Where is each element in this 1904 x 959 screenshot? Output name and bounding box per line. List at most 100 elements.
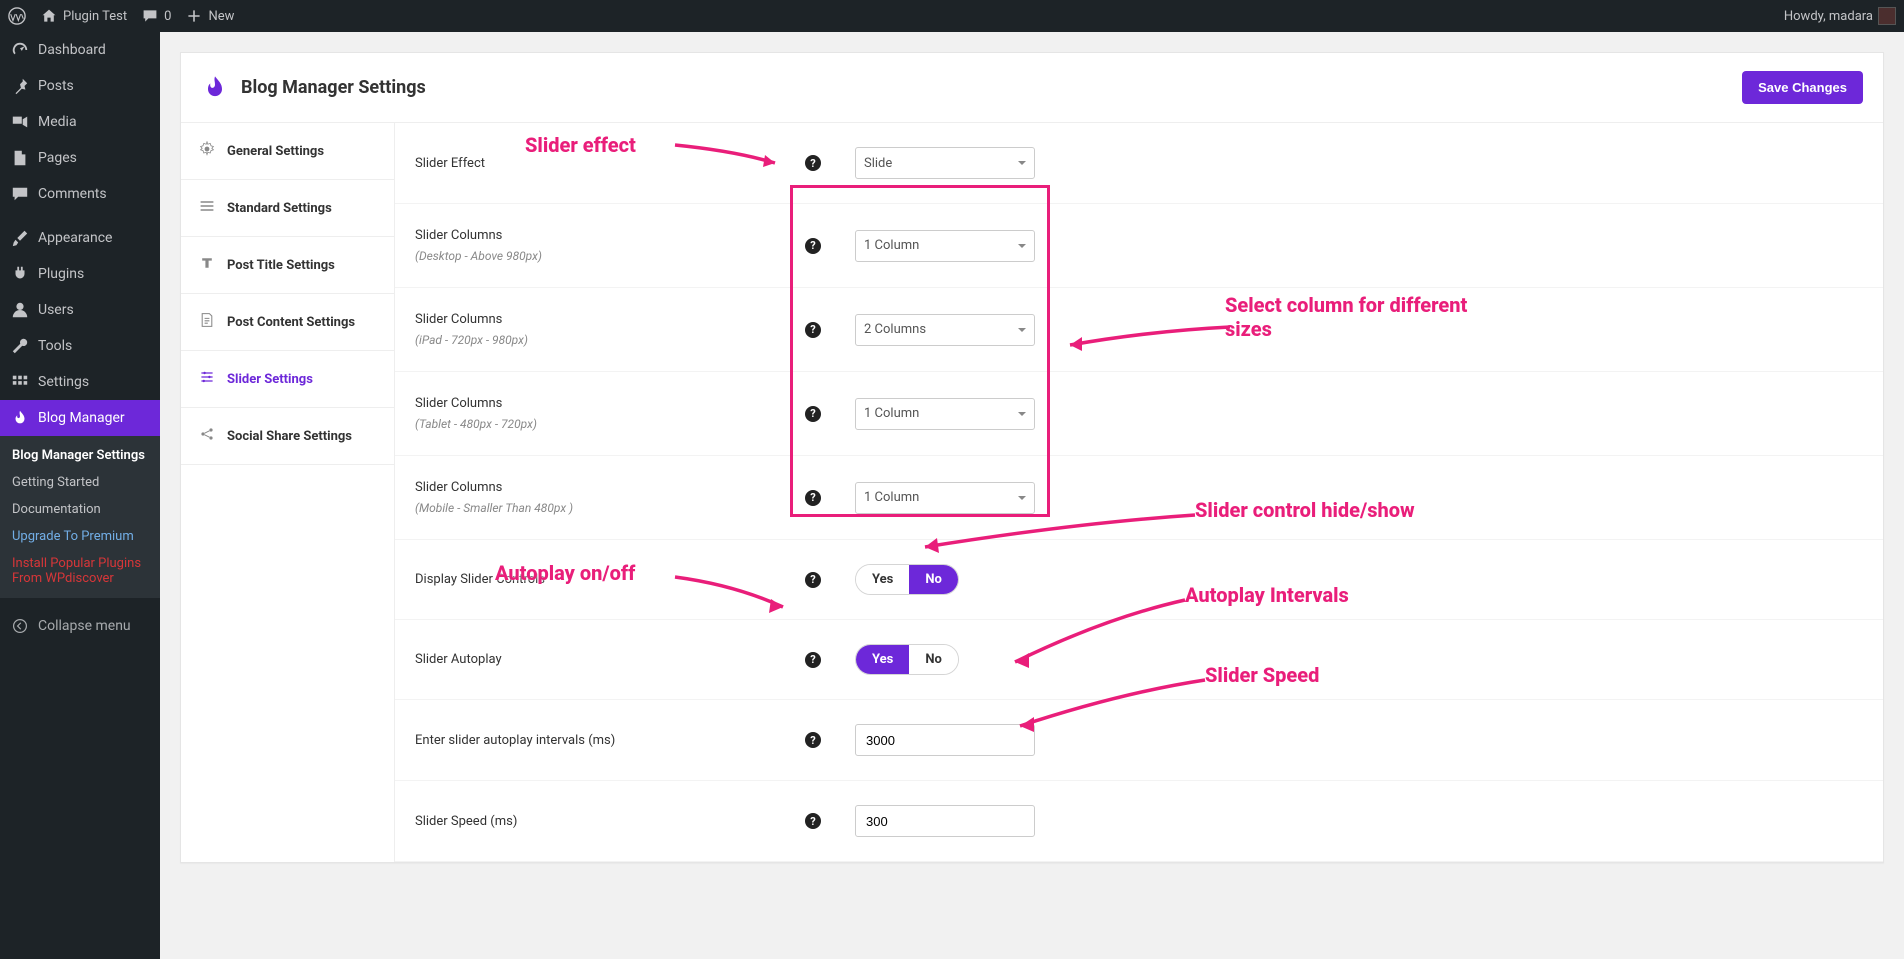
collapse-label: Collapse menu	[38, 618, 131, 634]
collapse-menu-button[interactable]: Collapse menu	[0, 606, 160, 646]
sidebar-item-posts[interactable]: Posts	[0, 68, 160, 104]
settings-tabs: General Settings Standard Settings Post …	[181, 123, 395, 862]
chevron-down-icon	[1018, 496, 1026, 500]
submenu-install-plugins[interactable]: Install Popular Plugins From WPdiscover	[0, 550, 160, 592]
collapse-icon	[10, 616, 30, 636]
sidebar-item-label: Media	[38, 114, 77, 130]
sublabel-cols-ipad: (iPad - 720px - 980px)	[415, 333, 785, 347]
submenu-getting-started[interactable]: Getting Started	[0, 469, 160, 496]
sidebar-item-label: Users	[38, 302, 74, 318]
toggle-autoplay[interactable]: YesNo	[855, 644, 959, 675]
user-icon	[10, 300, 30, 320]
tab-standard[interactable]: Standard Settings	[181, 180, 394, 237]
sliders-icon	[199, 369, 215, 389]
submenu-upgrade[interactable]: Upgrade To Premium	[0, 523, 160, 550]
home-icon	[40, 7, 58, 25]
sidebar-item-label: Blog Manager	[38, 410, 125, 426]
sidebar-item-settings[interactable]: Settings	[0, 364, 160, 400]
sublabel-cols-tablet: (Tablet - 480px - 720px)	[415, 417, 785, 431]
sidebar-item-label: Appearance	[38, 230, 112, 246]
toggle-yes[interactable]: Yes	[856, 645, 909, 674]
submenu-documentation[interactable]: Documentation	[0, 496, 160, 523]
input-speed[interactable]	[855, 805, 1035, 837]
sidebar-item-users[interactable]: Users	[0, 292, 160, 328]
sidebar-item-dashboard[interactable]: Dashboard	[0, 32, 160, 68]
user-greeting[interactable]: Howdy, madara	[1784, 7, 1896, 25]
select-value: 1 Column	[864, 238, 919, 253]
label-cols-desktop: Slider Columns	[415, 228, 502, 243]
select-cols-tablet[interactable]: 1 Column	[855, 398, 1035, 430]
label-cols-tablet: Slider Columns	[415, 396, 502, 411]
sidebar-item-appearance[interactable]: Appearance	[0, 220, 160, 256]
plus-icon	[185, 7, 203, 25]
sublabel-cols-desktop: (Desktop - Above 980px)	[415, 249, 785, 263]
help-icon[interactable]: ?	[805, 406, 821, 422]
logo-flame-icon	[201, 74, 229, 102]
save-changes-button[interactable]: Save Changes	[1742, 71, 1863, 104]
avatar	[1878, 7, 1896, 25]
site-name-link[interactable]: Plugin Test	[40, 7, 127, 25]
greeting-text: Howdy, madara	[1784, 9, 1873, 24]
comments-indicator[interactable]: 0	[141, 7, 171, 25]
toggle-no[interactable]: No	[909, 645, 958, 674]
tab-label: Standard Settings	[227, 201, 332, 216]
tab-social[interactable]: Social Share Settings	[181, 408, 394, 465]
submenu-blog-manager-settings[interactable]: Blog Manager Settings	[0, 442, 160, 469]
help-icon[interactable]: ?	[805, 322, 821, 338]
settings-content: Slider Effect ? Slide Slider Columns(Des…	[395, 123, 1883, 862]
select-slider-effect[interactable]: Slide	[855, 147, 1035, 179]
help-icon[interactable]: ?	[805, 572, 821, 588]
site-name: Plugin Test	[63, 9, 127, 24]
stack-icon	[199, 198, 215, 218]
chevron-down-icon	[1018, 161, 1026, 165]
new-label: New	[208, 9, 234, 24]
select-cols-ipad[interactable]: 2 Columns	[855, 314, 1035, 346]
chevron-down-icon	[1018, 244, 1026, 248]
sidebar-item-label: Tools	[38, 338, 72, 354]
toggle-controls[interactable]: YesNo	[855, 564, 959, 595]
toggle-yes[interactable]: Yes	[856, 565, 909, 594]
toggle-no[interactable]: No	[909, 565, 958, 594]
tab-slider[interactable]: Slider Settings	[181, 351, 394, 408]
sidebar-item-media[interactable]: Media	[0, 104, 160, 140]
sidebar-item-comments[interactable]: Comments	[0, 176, 160, 212]
sidebar-item-tools[interactable]: Tools	[0, 328, 160, 364]
sidebar-item-plugins[interactable]: Plugins	[0, 256, 160, 292]
help-icon[interactable]: ?	[805, 155, 821, 171]
help-icon[interactable]: ?	[805, 490, 821, 506]
main-content: Blog Manager Settings Save Changes Gener…	[160, 32, 1904, 959]
label-cols-mobile: Slider Columns	[415, 480, 502, 495]
label-autoplay: Slider Autoplay	[415, 652, 785, 667]
media-icon	[10, 112, 30, 132]
tab-title[interactable]: Post Title Settings	[181, 237, 394, 294]
help-icon[interactable]: ?	[805, 652, 821, 668]
sidebar-item-label: Dashboard	[38, 42, 106, 58]
gauge-icon	[10, 40, 30, 60]
tab-label: Post Title Settings	[227, 258, 335, 273]
tab-general[interactable]: General Settings	[181, 123, 394, 180]
flame-icon	[10, 408, 30, 428]
plug-icon	[10, 264, 30, 284]
label-speed: Slider Speed (ms)	[415, 814, 785, 829]
tab-label: Post Content Settings	[227, 315, 355, 330]
settings-panel: Blog Manager Settings Save Changes Gener…	[180, 52, 1884, 863]
select-cols-desktop[interactable]: 1 Column	[855, 230, 1035, 262]
label-cols-ipad: Slider Columns	[415, 312, 502, 327]
page-title: Blog Manager Settings	[241, 77, 426, 98]
input-intervals[interactable]	[855, 724, 1035, 756]
help-icon[interactable]: ?	[805, 732, 821, 748]
sidebar-item-label: Settings	[38, 374, 89, 390]
doc-icon	[199, 312, 215, 332]
tab-content[interactable]: Post Content Settings	[181, 294, 394, 351]
help-icon[interactable]: ?	[805, 813, 821, 829]
sidebar-item-blog-manager[interactable]: Blog Manager	[0, 400, 160, 436]
sidebar-item-label: Comments	[38, 186, 107, 202]
sidebar-item-pages[interactable]: Pages	[0, 140, 160, 176]
title-icon	[199, 255, 215, 275]
help-icon[interactable]: ?	[805, 238, 821, 254]
label-controls: Display Slider Controls	[415, 572, 785, 587]
select-cols-mobile[interactable]: 1 Column	[855, 482, 1035, 514]
new-content-link[interactable]: New	[185, 7, 234, 25]
wp-logo-icon[interactable]	[8, 7, 26, 25]
select-value: 1 Column	[864, 406, 919, 421]
